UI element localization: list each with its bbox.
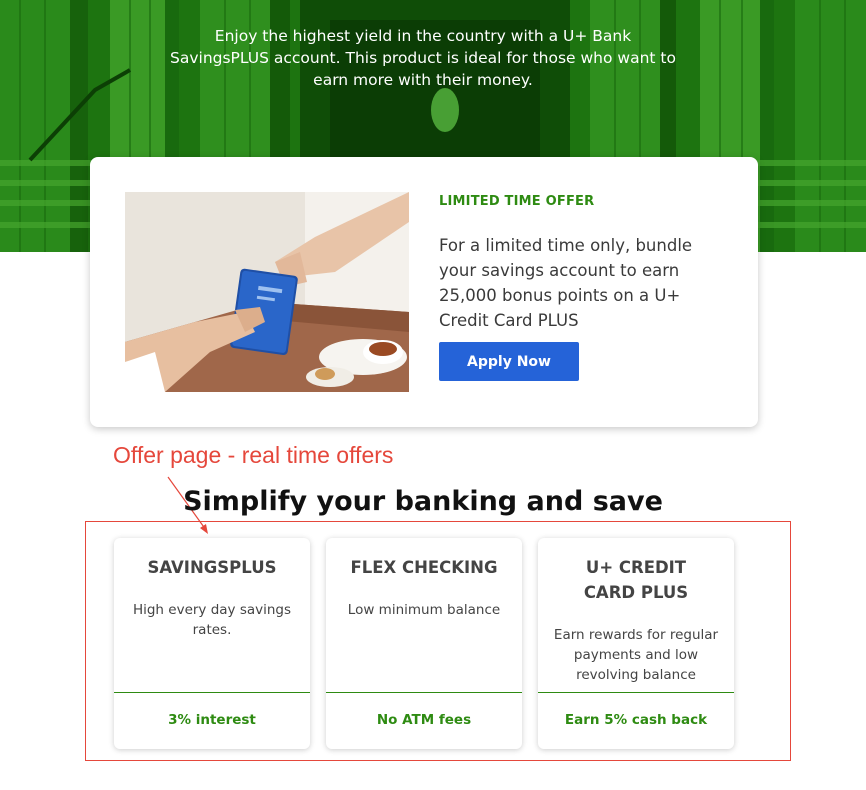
product-divider (326, 692, 522, 693)
offer-photo (125, 192, 409, 392)
product-card-credit-card-plus[interactable]: U+ CREDIT CARD PLUS Earn rewards for reg… (538, 538, 734, 749)
product-description: Low minimum balance (347, 602, 501, 618)
offer-description: For a limited time only, bundle your sav… (439, 236, 693, 330)
product-title: SAVINGSPLUS (147, 558, 277, 577)
product-benefit: 3% interest (168, 712, 256, 728)
credit-card-handoff-image (125, 192, 409, 392)
apply-now-button[interactable]: Apply Now (439, 342, 579, 381)
product-divider (114, 692, 310, 693)
annotation-text: Offer page - real time offers (113, 442, 394, 468)
hero-description: Enjoy the highest yield in the country w… (170, 27, 676, 89)
product-title: U+ CREDIT CARD PLUS (583, 558, 689, 602)
product-title: FLEX CHECKING (350, 558, 498, 577)
product-divider (538, 692, 734, 693)
product-card-savingsplus[interactable]: SAVINGSPLUS High every day savings rates… (114, 538, 310, 749)
product-description: High every day savings rates. (132, 602, 292, 638)
product-benefit: Earn 5% cash back (564, 712, 708, 728)
product-benefit: No ATM fees (376, 712, 472, 728)
section-title: Simplify your banking and save (183, 486, 663, 517)
product-description: Earn rewards for regular payments and lo… (553, 627, 719, 683)
offer-card: LIMITED TIME OFFER For a limited time on… (90, 157, 758, 427)
limited-offer-label: LIMITED TIME OFFER (439, 194, 595, 209)
product-card-flex-checking[interactable]: FLEX CHECKING Low minimum balance No ATM… (326, 538, 522, 749)
